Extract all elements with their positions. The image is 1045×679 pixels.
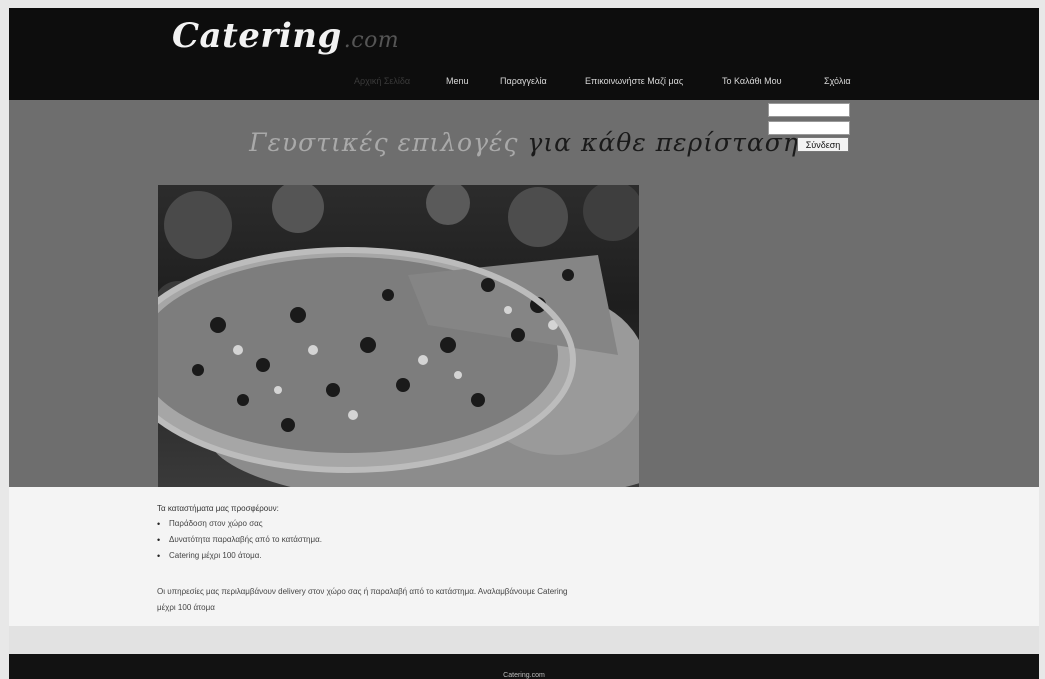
content-note: Οι υπηρεσίες μας περιλαμβάνουν delivery …	[157, 584, 877, 616]
nav-item-order[interactable]: Παραγγελία	[500, 76, 547, 86]
content-lead: Τα καταστήματα μας προσφέρουν:	[157, 504, 279, 513]
pizza-illustration	[158, 185, 639, 487]
content-note-line2: μέχρι 100 άτομα	[157, 603, 215, 612]
hero-title-part2: για κάθε περίσταση	[527, 128, 799, 157]
password-input[interactable]	[768, 121, 850, 135]
list-item: Παράδοση στον χώρο σας	[157, 518, 322, 534]
nav-item-menu[interactable]: Menu	[446, 76, 469, 86]
main-nav: Αρχική Σελίδα Menu Παραγγελία Επικοινωνή…	[9, 76, 1039, 96]
site-footer: Catering.com	[9, 654, 1039, 679]
feature-list: Παράδοση στον χώρο σας Δυνατότητα παραλα…	[157, 518, 322, 566]
nav-item-home[interactable]: Αρχική Σελίδα	[354, 76, 410, 86]
site-logo[interactable]: Catering.com	[172, 16, 399, 56]
footer-text: Catering.com	[503, 672, 545, 679]
nav-item-contact[interactable]: Επικοινωνήστε Μαζί μας	[585, 76, 683, 86]
nav-item-cart[interactable]: Το Καλάθι Μου	[722, 76, 782, 86]
site-header: Catering.com Αρχική Σελίδα Menu Παραγγελ…	[9, 8, 1039, 100]
pizza-image	[158, 185, 639, 487]
content-note-line1: Οι υπηρεσίες μας περιλαμβάνουν delivery …	[157, 587, 568, 596]
hero-title-part1: Γευστικές επιλογές	[249, 128, 519, 157]
lower-band	[9, 626, 1039, 654]
login-button[interactable]: Σύνδεση	[797, 137, 849, 152]
list-item: Δυνατότητα παραλαβής από το κατάστημα.	[157, 534, 322, 550]
username-input[interactable]	[768, 103, 850, 117]
hero-section: Γευστικές επιλογές για κάθε περίσταση	[9, 100, 1039, 487]
nav-item-comments[interactable]: Σχόλια	[824, 76, 851, 86]
logo-text: Catering	[172, 16, 342, 56]
hero-title: Γευστικές επιλογές για κάθε περίσταση	[9, 128, 1039, 157]
logo-suffix: .com	[343, 28, 400, 53]
list-item: Catering μέχρι 100 άτομα.	[157, 550, 322, 566]
